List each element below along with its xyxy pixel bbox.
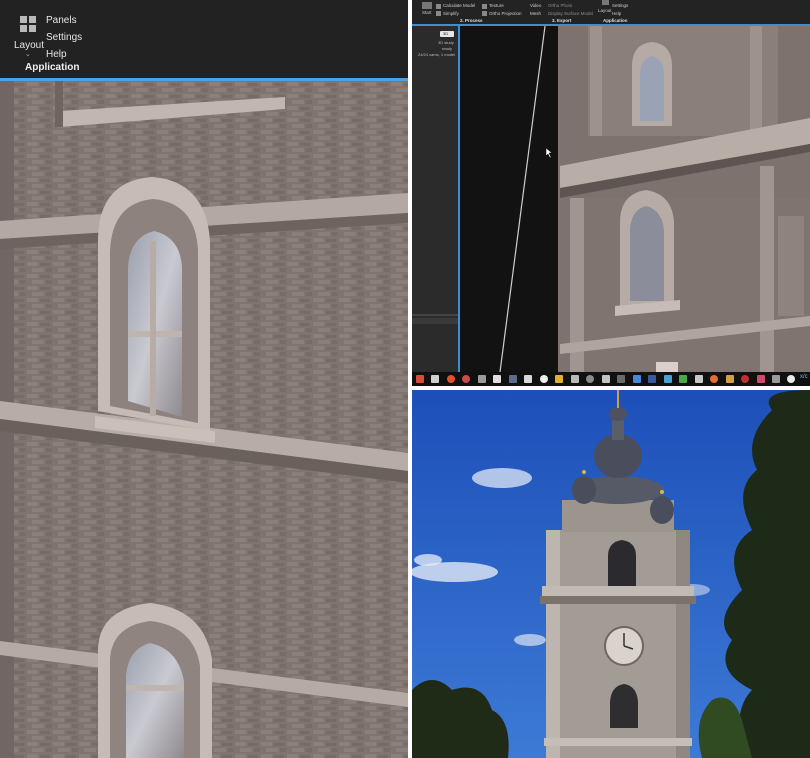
taskbar-app-icon[interactable] [478,375,486,383]
right-app-window: Start Calculate Model Simplify Texture O… [412,0,810,386]
taskbar-app-icon[interactable] [509,375,517,383]
texture-icon [482,4,487,9]
ribbon-menu: Panels Settings Help [46,12,82,63]
ortho-projection-button[interactable]: Ortho Projection [489,11,522,16]
ortho-projection-icon [482,11,487,16]
panels-menu-item[interactable]: Panels [46,12,82,29]
taskbar-app-icon[interactable] [679,375,687,383]
help-menu-item[interactable]: Help [612,11,621,16]
project-stats: 24/24 cams, 1 model [418,52,456,57]
taskbar-app-icon[interactable] [787,375,795,383]
help-menu-item[interactable]: Help [46,46,82,63]
right-ribbon: Start Calculate Model Simplify Texture O… [412,0,810,24]
mouse-cursor-icon [546,148,553,158]
layout-grid-icon [20,16,36,32]
application-group-label: Application [603,18,628,23]
tower-render [460,25,810,373]
taskbar-app-icon[interactable] [555,375,563,383]
layout-grid-icon [602,0,609,5]
export-group-label: 3. Export [552,18,572,23]
taskbar: x/c [412,372,810,386]
settings-menu-item[interactable]: Settings [46,29,82,46]
taskbar-app-icon[interactable] [664,375,672,383]
status-badge: 3D [440,31,454,37]
taskbar-app-icon[interactable] [757,375,765,383]
taskbar-app-icon[interactable] [617,375,625,383]
settings-menu-item[interactable]: Settings [612,3,628,8]
taskbar-app-icon[interactable] [648,375,656,383]
simplify-icon [436,11,441,16]
left-app-window: Layout ⌄ Panels Settings Help Applicatio… [0,0,408,758]
ortho-photo-button[interactable]: Ortho Photo [548,3,572,8]
display-surface-model-button[interactable]: Display Surface Model [548,11,593,16]
taskbar-app-icon[interactable] [602,375,610,383]
taskbar-app-icon[interactable] [493,375,501,383]
project-status: ready [442,46,453,51]
taskbar-app-icon[interactable] [633,375,641,383]
reference-photo [412,390,810,758]
taskbar-app-icon[interactable] [571,375,579,383]
taskbar-app-icon[interactable] [540,375,548,383]
taskbar-app-icon[interactable] [416,375,424,383]
layout-button[interactable]: Layout ⌄ [6,12,44,62]
taskbar-app-icon[interactable] [431,375,439,383]
texture-button[interactable]: Texture [489,3,504,8]
taskbar-app-icon[interactable] [710,375,718,383]
taskbar-app-icon[interactable] [447,375,455,383]
panel-header [412,318,458,324]
taskbar-app-icon[interactable] [462,375,470,383]
model-icon [436,4,441,9]
start-icon [422,2,432,9]
panel-divider [412,314,458,316]
ribbon-group-label: Application [25,62,80,73]
belfry-photo [412,390,810,758]
layout-button[interactable]: Layout [598,8,612,13]
brick-facade-render [0,81,408,758]
simplify-button[interactable]: Simplify [443,11,459,16]
tower-viewport[interactable] [460,25,810,373]
start-button[interactable]: Start [422,10,432,15]
taskbar-app-icon[interactable] [586,375,594,383]
video-button[interactable]: Video [530,3,541,8]
process-group-label: 2. Process [460,18,483,23]
mesh-button[interactable]: Mesh [530,11,541,16]
taskbar-text: x/c [800,374,808,380]
chevron-down-icon: ⌄ [25,51,31,58]
taskbar-app-icon[interactable] [726,375,734,383]
left-ribbon: Layout ⌄ Panels Settings Help Applicatio… [0,0,408,78]
taskbar-app-icon[interactable] [524,375,532,383]
taskbar-app-icon[interactable] [695,375,703,383]
model-viewport[interactable] [0,81,408,758]
calculate-model-button[interactable]: Calculate Model [443,3,475,8]
taskbar-app-icon[interactable] [741,375,749,383]
project-sidebar: 3D 3D study ready 24/24 cams, 1 model [412,26,458,372]
project-name: 3D study [438,40,454,45]
taskbar-app-icon[interactable] [772,375,780,383]
